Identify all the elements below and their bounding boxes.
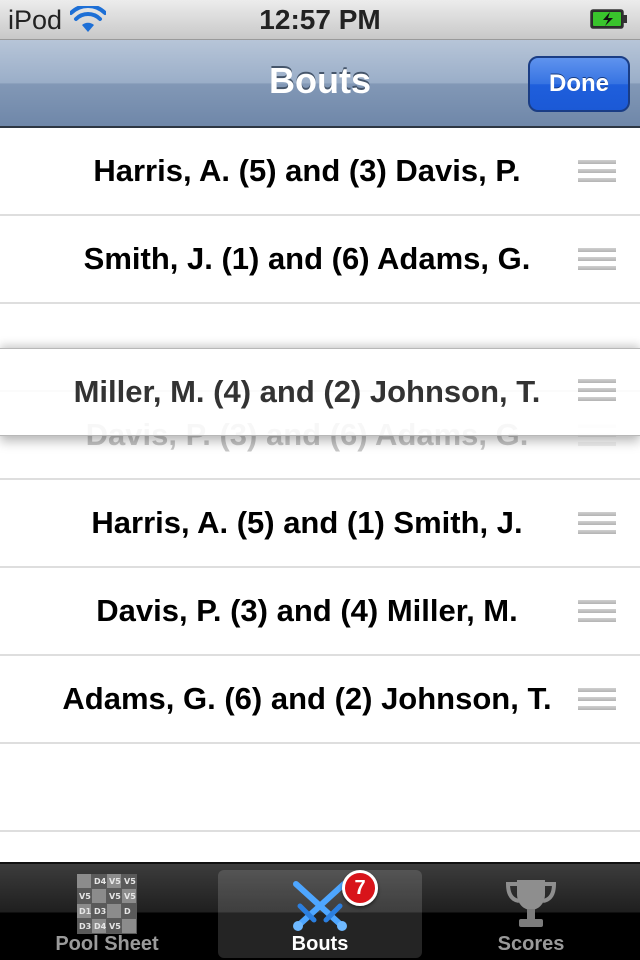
table-row[interactable]: Harris, A. (5) and (1) Smith, J. <box>0 480 640 568</box>
status-clock: 12:57 PM <box>259 4 381 35</box>
svg-text:D3: D3 <box>79 922 91 931</box>
trophy-icon <box>505 880 557 927</box>
badge-count: 7 <box>342 870 378 906</box>
table-row[interactable]: Smith, J. (1) and (6) Adams, G. <box>0 216 640 304</box>
pool-sheet-grid-icon: D4 V5 V5 V5 V5 V5 D1 D3 D D3 D4 V5 <box>77 874 137 934</box>
svg-text:D3: D3 <box>94 907 106 916</box>
bout-label: Smith, J. (1) and (6) Adams, G. <box>83 241 531 276</box>
svg-text:V5: V5 <box>124 892 136 901</box>
svg-text:V5: V5 <box>109 922 121 931</box>
reorder-grip-icon[interactable] <box>578 688 616 714</box>
svg-text:V5: V5 <box>109 892 121 901</box>
bout-label: Harris, A. (5) and (3) Davis, P. <box>93 153 521 188</box>
bout-label: Davis, P. (3) and (4) Miller, M. <box>96 593 518 628</box>
status-bar: iPod 12:57 PM <box>0 0 640 40</box>
navigation-bar: Bouts Done <box>0 40 640 128</box>
reorder-grip-icon[interactable] <box>578 160 616 186</box>
empty-row <box>0 744 640 832</box>
svg-text:D: D <box>124 907 131 916</box>
tab-label: Pool Sheet <box>55 933 159 955</box>
tab-bouts[interactable]: 7 Bouts <box>218 870 422 958</box>
tab-scores[interactable]: Scores <box>429 870 633 958</box>
done-button[interactable]: Done <box>528 56 630 112</box>
bout-label: Miller, M. (4) and (2) Johnson, T. <box>73 374 541 409</box>
svg-text:D4: D4 <box>94 922 107 931</box>
table-row[interactable]: Adams, G. (6) and (2) Johnson, T. <box>0 656 640 744</box>
table-row[interactable]: Harris, A. (5) and (3) Davis, P. <box>0 128 640 216</box>
tab-label: Bouts <box>291 933 349 955</box>
reorder-grip-icon[interactable] <box>578 512 616 538</box>
table-row[interactable]: Davis, P. (3) and (4) Miller, M. <box>0 568 640 656</box>
svg-text:V5: V5 <box>79 892 91 901</box>
tab-label: Scores <box>497 933 565 955</box>
reorder-grip-icon[interactable] <box>578 248 616 274</box>
tab-pool-sheet[interactable]: D4 V5 V5 V5 V5 V5 D1 D3 D D3 D4 V5 Pool Sheet <box>5 870 209 958</box>
tab-bar: D4 V5 V5 V5 V5 V5 D1 D3 D D3 D4 V5 Pool Sheet 7 … <box>0 862 640 960</box>
dragged-row[interactable]: Miller, M. (4) and (2) Johnson, T. <box>0 348 640 436</box>
bout-label: Adams, G. (6) and (2) Johnson, T. <box>62 681 552 716</box>
reorder-grip-icon[interactable] <box>578 379 616 405</box>
reorder-grip-icon[interactable] <box>578 600 616 626</box>
battery-charging-icon <box>590 9 627 29</box>
svg-text:V5: V5 <box>124 877 136 886</box>
bouts-table: Harris, A. (5) and (3) Davis, P. Smith, … <box>0 128 640 862</box>
bout-label: Harris, A. (5) and (1) Smith, J. <box>91 505 523 540</box>
svg-text:D4: D4 <box>94 877 107 886</box>
crossed-swords-icon <box>293 881 347 931</box>
svg-text:D1: D1 <box>79 907 92 916</box>
svg-text:V5: V5 <box>109 877 121 886</box>
